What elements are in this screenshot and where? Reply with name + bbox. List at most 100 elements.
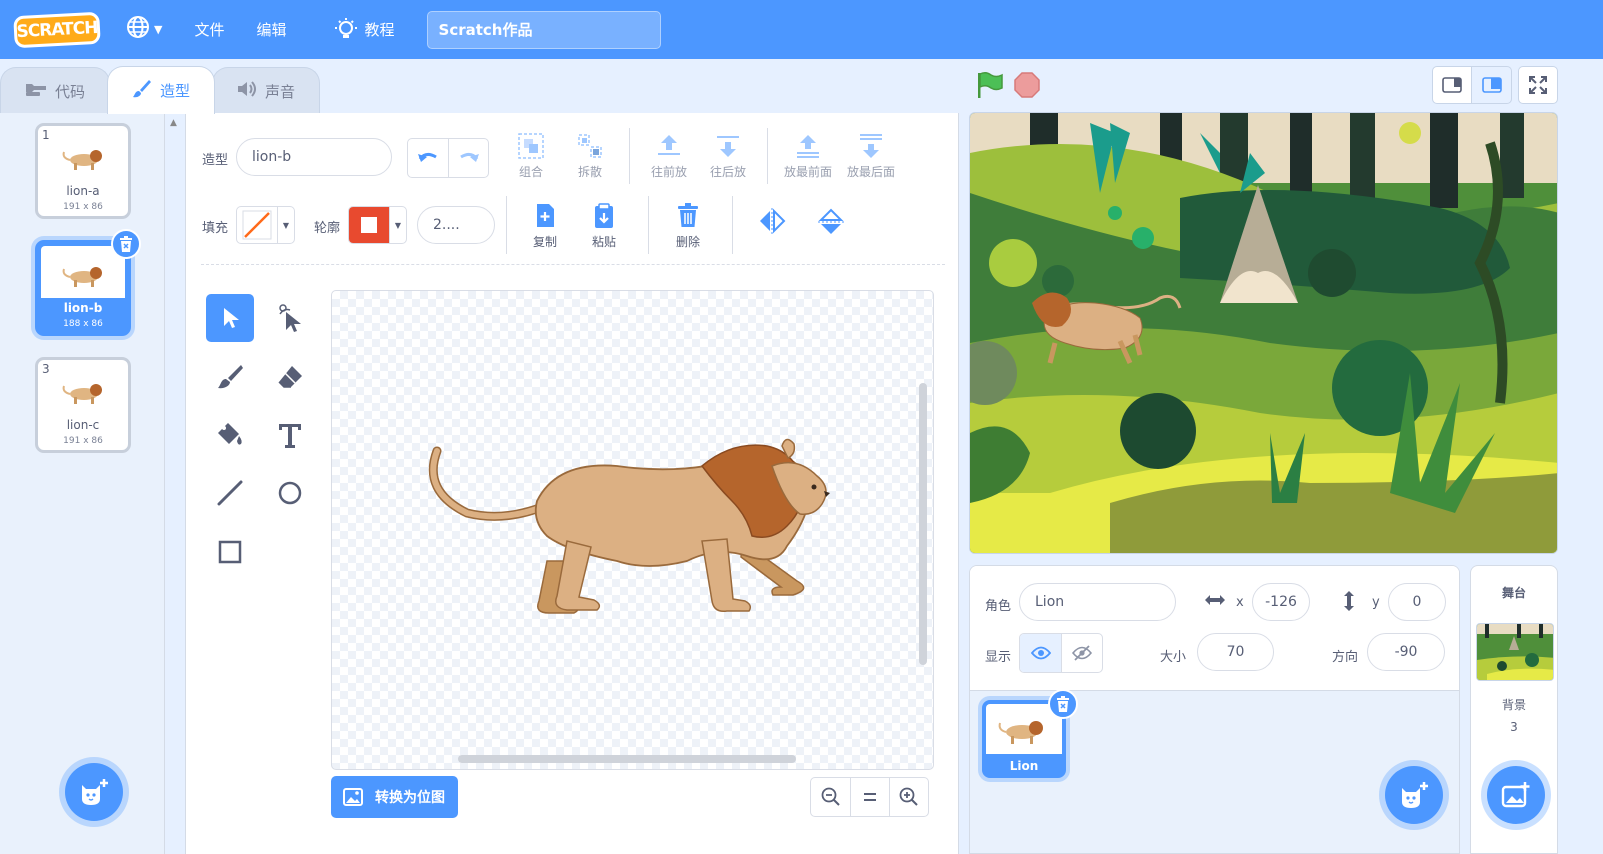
choose-costume-button[interactable] [65,763,123,821]
outline-color-picker[interactable]: ▼ [348,206,407,244]
backward-button[interactable]: 往后放 [698,133,758,189]
choose-sprite-button[interactable] [1385,766,1443,824]
tab-sounds[interactable]: 声音 [212,67,321,114]
vertical-scrollbar[interactable] [919,383,927,665]
eye-icon [1030,646,1051,660]
send-back-icon [860,134,882,158]
costume-item-3[interactable]: 3 lion-c 191 x 86 [35,357,131,453]
group-button[interactable]: 组合 [501,133,561,189]
stage-canvas[interactable] [969,112,1558,554]
jungle-backdrop [970,113,1557,553]
sprite-pane: 角色 Lion x -126 y 0 显示 大小 70 方向 -90 Lion [969,565,1460,854]
fill-color-picker[interactable]: ▼ [236,206,295,244]
tab-costumes[interactable]: 造型 [107,66,216,114]
chevron-down-icon: ▼ [277,207,294,243]
zoom-in-button[interactable] [889,778,928,816]
paste-icon [595,203,613,228]
project-title-input[interactable]: Scratch作品 [426,10,661,49]
direction-input[interactable]: -90 [1367,633,1445,671]
delete-sprite-button[interactable] [1048,689,1078,719]
small-stage-button[interactable] [1432,66,1472,104]
line-icon [217,480,243,506]
undo-button[interactable] [408,139,448,177]
sprite-name-input[interactable]: Lion [1019,583,1176,621]
caret-down-icon: ▼ [154,23,163,36]
eraser-icon [278,366,302,388]
paste-button[interactable]: 粘贴 [574,203,634,259]
size-input[interactable]: 70 [1197,633,1274,671]
stop-button[interactable] [1013,71,1041,99]
zoom-out-button[interactable] [811,778,850,816]
convert-to-bitmap-button[interactable]: 转换为位图 [331,776,458,818]
bring-front-icon [797,135,819,158]
edit-menu[interactable]: 编辑 [240,0,302,59]
costume-item-2[interactable]: 2 lion-b 188 x 86 [35,229,141,336]
scratch-logo[interactable]: SCRATCH [13,11,101,48]
sprite-label: 角色 [985,599,1012,614]
fill-label: 填充 [202,221,229,236]
tutorials-menu[interactable]: 教程 [319,0,411,59]
text-tool[interactable] [266,411,314,459]
tutorials-label: 教程 [364,21,395,39]
language-menu[interactable]: ▼ [110,0,178,59]
choose-backdrop-button[interactable] [1487,766,1545,824]
horizontal-scrollbar[interactable] [458,755,796,763]
flip-horizontal-button[interactable] [742,208,802,264]
vertical-arrows-icon [1342,590,1356,616]
horizontal-arrows-icon [1204,592,1226,611]
file-menu[interactable]: 文件 [178,0,240,59]
circle-tool[interactable] [266,469,314,517]
ungroup-icon [578,134,602,158]
fullscreen-button[interactable] [1518,66,1558,104]
drawing-canvas[interactable] [331,290,934,770]
sprite-tile-lion[interactable]: Lion [982,689,1078,778]
forward-button[interactable]: 往前放 [639,133,699,189]
ungroup-button[interactable]: 拆散 [560,133,620,189]
flip-vertical-button[interactable] [801,208,861,264]
costume-item-1[interactable]: 1 lion-a 191 x 86 [35,123,131,219]
green-flag-button[interactable] [974,70,1004,100]
rectangle-tool[interactable] [206,528,254,576]
brush-tool[interactable] [206,353,254,401]
select-tool[interactable] [206,294,254,342]
y-input[interactable]: 0 [1388,583,1446,621]
paint-bucket-icon [218,423,242,445]
scroll-up-arrow[interactable]: ▲ [170,118,177,128]
zoom-in-icon [899,787,918,806]
image-icon [343,788,363,806]
delete-button[interactable]: 删除 [658,203,718,259]
group-icon [518,133,544,159]
lion-thumbnail [62,384,102,404]
eye-slash-icon [1072,645,1092,661]
text-t-icon [279,424,301,448]
eraser-tool[interactable] [266,353,314,401]
tab-code[interactable]: 代码 [0,67,111,114]
backdrops-label: 背景 [1501,698,1526,712]
reshape-tool[interactable] [266,294,314,342]
copy-button[interactable]: 复制 [515,203,575,259]
large-stage-button[interactable] [1472,66,1512,104]
redo-button[interactable] [448,139,488,177]
fill-tool[interactable] [206,411,254,459]
send-to-back-button[interactable]: 放最后面 [841,133,901,189]
costume-name-input[interactable]: lion-b [236,138,392,176]
hide-sprite-button[interactable] [1061,634,1102,672]
delete-costume-button[interactable] [111,229,141,259]
paintbrush-icon [132,79,152,103]
bring-to-front-button[interactable]: 放最前面 [778,133,838,189]
stage-selector[interactable]: 舞台 背景 3 [1470,565,1558,854]
outline-width-input[interactable]: 2.... [417,206,495,244]
lion-costume-drawing[interactable] [332,291,934,770]
lightbulb-icon [334,17,357,42]
line-tool[interactable] [206,469,254,517]
show-sprite-button[interactable] [1020,634,1061,672]
x-input[interactable]: -126 [1252,583,1310,621]
size-label: 大小 [1160,650,1187,665]
speaker-icon [237,80,257,102]
backward-icon [717,136,739,157]
stop-octagon-icon [1014,72,1040,98]
chevron-down-icon: ▼ [389,207,406,243]
costume-name-label: 造型 [202,153,229,168]
zoom-reset-button[interactable] [850,778,889,816]
menu-bar: SCRATCH ▼ 文件 编辑 教程 Scratch作品 [0,0,1603,59]
